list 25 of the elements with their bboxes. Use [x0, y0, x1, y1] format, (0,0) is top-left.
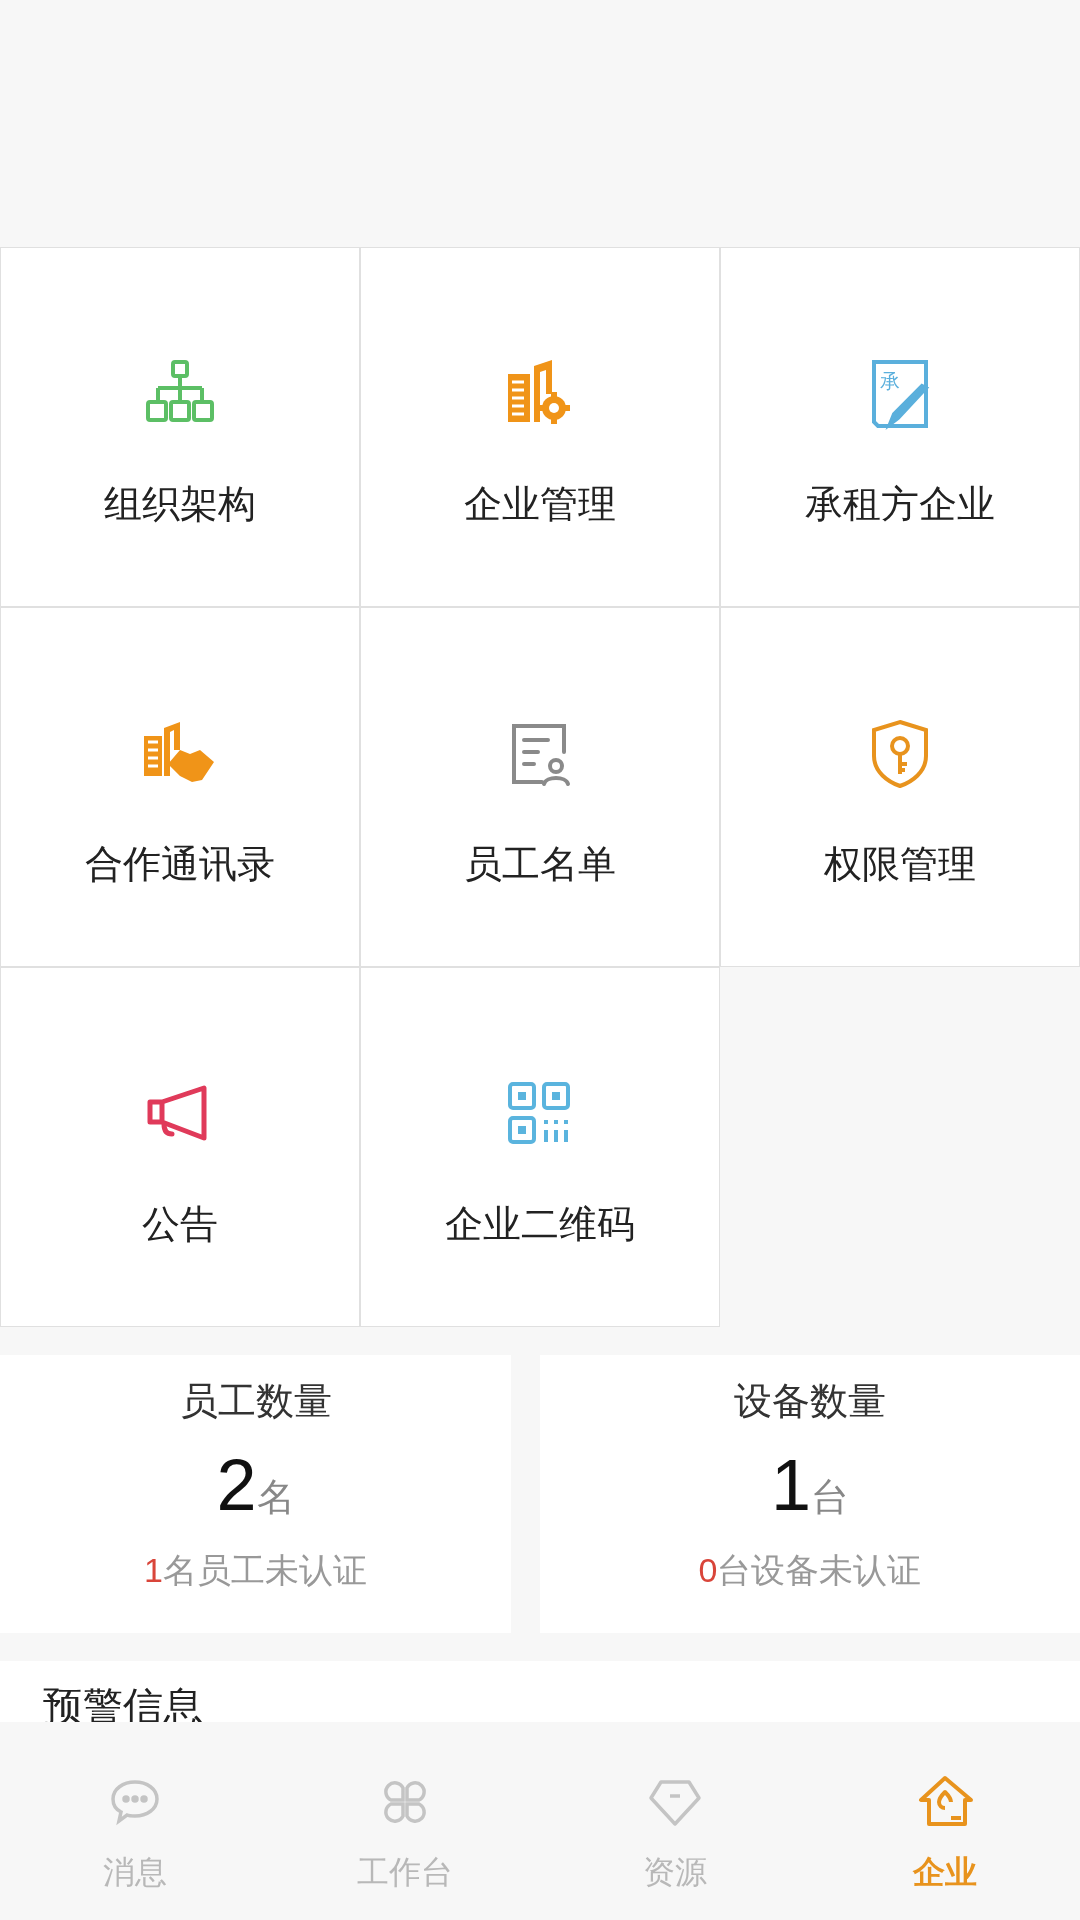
- menu-label: 组织架构: [104, 482, 256, 527]
- menu-tile[interactable]: 企业管理: [360, 247, 720, 607]
- menu-label: 员工名单: [464, 842, 616, 887]
- stat-note: 1名员工未认证: [144, 1550, 367, 1591]
- stat-value: 2: [216, 1445, 257, 1525]
- menu-tile[interactable]: 公告: [0, 967, 360, 1327]
- stat-value: 1: [770, 1445, 811, 1525]
- menu-label: 企业管理: [464, 482, 616, 527]
- menu-label: 企业二维码: [445, 1202, 635, 1247]
- menu-label: 公告: [142, 1202, 218, 1247]
- menu-tile[interactable]: 权限管理: [720, 607, 1080, 967]
- menu-tile[interactable]: 员工名单: [360, 607, 720, 967]
- stat-title: 设备数量: [734, 1379, 886, 1424]
- menu-tile[interactable]: 合作通讯录: [0, 607, 360, 967]
- menu-label: 承租方企业: [805, 482, 995, 527]
- stat-title: 员工数量: [179, 1379, 332, 1424]
- stat-note: 0台设备未认证: [698, 1550, 922, 1591]
- menu-tile[interactable]: 企业二维码: [360, 967, 720, 1327]
- menu-label: 合作通讯录: [85, 842, 275, 887]
- menu-tile[interactable]: 承 承租方企业: [720, 247, 1080, 607]
- stat-unit: 名: [256, 1475, 295, 1520]
- menu-tile[interactable]: 组织架构: [0, 247, 360, 607]
- icon-letter: 承: [880, 370, 900, 392]
- stat-unit: 台: [811, 1475, 849, 1520]
- menu-label: 权限管理: [824, 842, 976, 887]
